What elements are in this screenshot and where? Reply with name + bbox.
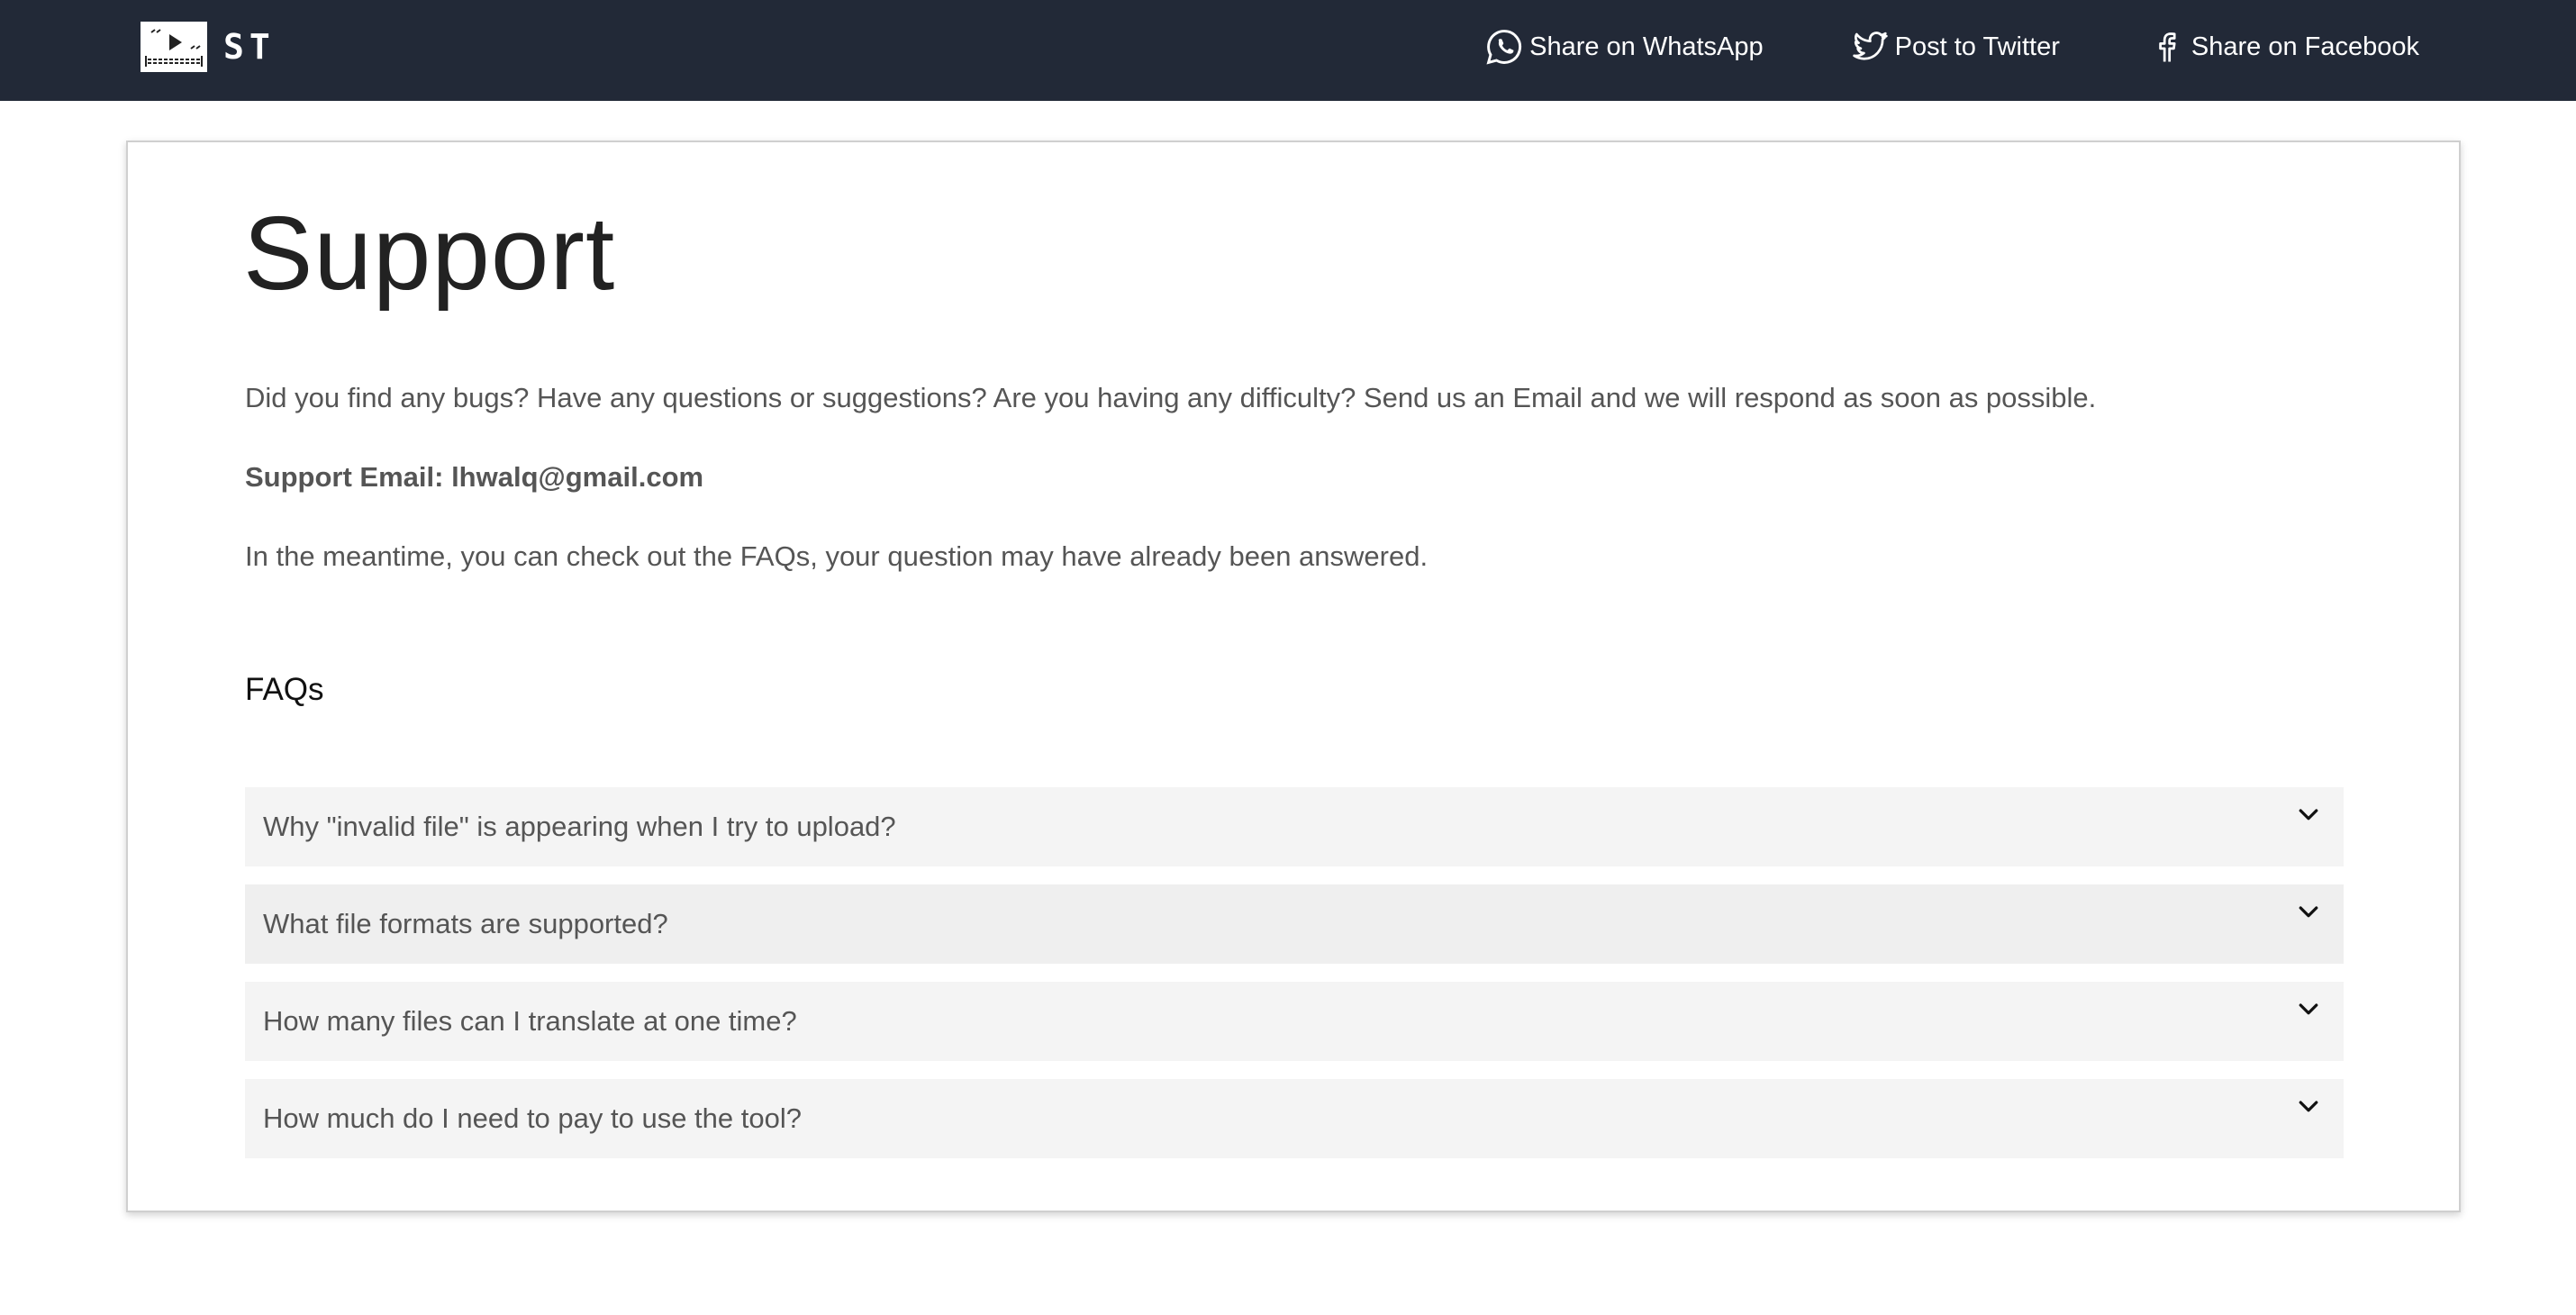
support-email-text: Support Email: lhwalq@gmail.com (245, 461, 704, 493)
video-player-logo-icon (141, 22, 207, 72)
facebook-icon (2159, 32, 2176, 62)
support-card: Support Did you find any bugs? Have any … (126, 141, 2461, 1212)
faq-item[interactable]: What file formats are supported? (245, 884, 2344, 964)
logo-image (141, 22, 207, 72)
share-links: Share on WhatsApp Post to Twitter Share … (1398, 0, 2419, 94)
faq-question: What file formats are supported? (263, 908, 668, 939)
post-twitter-link[interactable]: Post to Twitter (1850, 27, 2060, 67)
page-title: Support (243, 195, 616, 312)
post-twitter-label: Post to Twitter (1894, 32, 2060, 61)
twitter-icon (1852, 32, 1888, 60)
faq-question: How many files can I translate at one ti… (263, 1005, 797, 1037)
top-navbar: ST Share on WhatsApp Post to Twitter Sha… (0, 0, 2576, 101)
share-whatsapp-label: Share on WhatsApp (1529, 32, 1764, 61)
share-whatsapp-link[interactable]: Share on WhatsApp (1484, 27, 1764, 67)
faq-question: How much do I need to pay to use the too… (263, 1102, 802, 1134)
support-intro-text: Did you find any bugs? Have any question… (245, 382, 2097, 413)
faq-list: Why "invalid file" is appearing when I t… (245, 787, 2344, 1176)
whatsapp-icon (1486, 30, 1522, 65)
brand-text: ST (223, 27, 276, 67)
faq-item[interactable]: How many files can I translate at one ti… (245, 982, 2344, 1061)
faq-item[interactable]: Why "invalid file" is appearing when I t… (245, 787, 2344, 866)
faq-item[interactable]: How much do I need to pay to use the too… (245, 1079, 2344, 1158)
faq-heading: FAQs (245, 672, 324, 707)
chevron-down-icon[interactable] (2295, 1093, 2322, 1120)
share-facebook-link[interactable]: Share on Facebook (2146, 27, 2419, 67)
brand[interactable]: ST (141, 22, 276, 72)
faq-note-text: In the meantime, you can check out the F… (245, 540, 1429, 572)
share-facebook-label: Share on Facebook (2191, 32, 2419, 61)
chevron-down-icon[interactable] (2295, 996, 2322, 1023)
faq-question: Why "invalid file" is appearing when I t… (263, 811, 896, 842)
chevron-down-icon[interactable] (2295, 899, 2322, 926)
chevron-down-icon[interactable] (2295, 802, 2322, 829)
